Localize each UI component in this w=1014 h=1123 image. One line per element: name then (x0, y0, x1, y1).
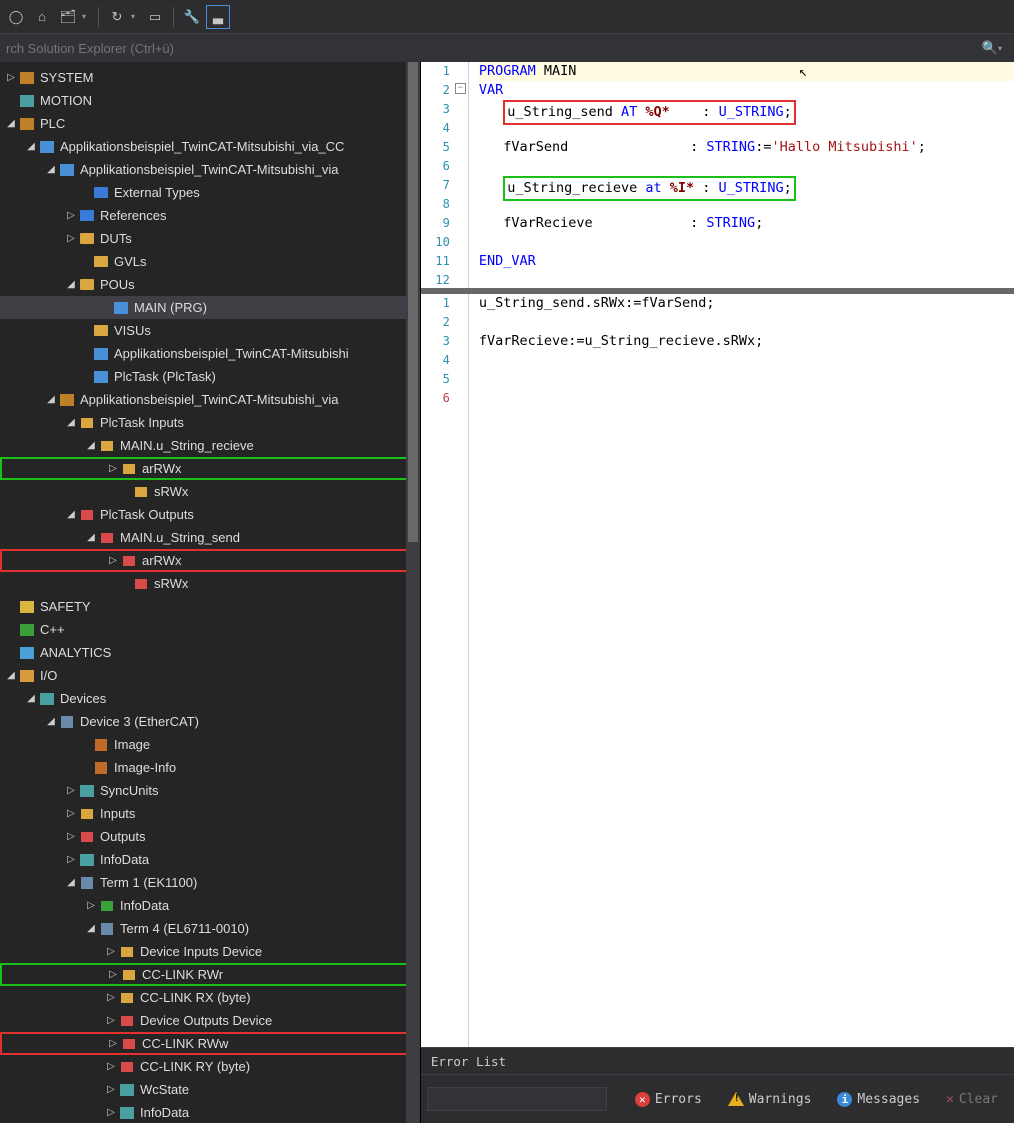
dropdown-icon[interactable]: ▾ (82, 12, 92, 21)
tree-term1[interactable]: ◢Term 1 (EK1100) (0, 871, 420, 894)
tree-motion[interactable]: MOTION (0, 89, 420, 112)
search-icon[interactable]: 🔍 (982, 40, 998, 56)
implementation-pane[interactable]: 123456 u_String_send.sRWx:=fVarSend; fVa… (421, 294, 1014, 1047)
properties-icon[interactable]: ▃ (206, 5, 230, 29)
tree-plc[interactable]: ◢PLC (0, 112, 420, 135)
tree-srwx-output[interactable]: sRWx (0, 572, 420, 595)
tree-image-info[interactable]: Image-Info (0, 756, 420, 779)
error-list-panel: Error List ✕Errors Warnings iMessages ✕C… (421, 1047, 1014, 1123)
tree-outputs-dev[interactable]: ▷Outputs (0, 825, 420, 848)
separator (173, 7, 174, 27)
tree-image[interactable]: Image (0, 733, 420, 756)
tree-references[interactable]: ▷References (0, 204, 420, 227)
tree-pous[interactable]: ◢POUs (0, 273, 420, 296)
tree-infodata2[interactable]: ▷InfoData (0, 894, 420, 917)
tree-safety[interactable]: SAFETY (0, 595, 420, 618)
wrench-icon[interactable]: 🔧 (180, 5, 204, 29)
dropdown-icon[interactable]: ▾ (998, 44, 1008, 53)
tree-send-struct[interactable]: ◢MAIN.u_String_send (0, 526, 420, 549)
tree-project[interactable]: ◢Applikationsbeispiel_TwinCAT-Mitsubishi… (0, 158, 420, 181)
solution-search: 🔍▾ (0, 34, 1014, 62)
separator (98, 7, 99, 27)
tree-syncunits[interactable]: ▷SyncUnits (0, 779, 420, 802)
tree-wcstate[interactable]: ▷WcState (0, 1078, 420, 1101)
clear-button[interactable]: ✕Clear (936, 1085, 1008, 1113)
tree-cclink-rww[interactable]: ▷CC-LINK RWw (0, 1032, 420, 1055)
errors-button[interactable]: ✕Errors (625, 1085, 712, 1113)
tree-plctask-outputs[interactable]: ◢PlcTask Outputs (0, 503, 420, 526)
search-input[interactable] (6, 41, 982, 56)
tree-inputs-dev[interactable]: ▷Inputs (0, 802, 420, 825)
tree-infodata3[interactable]: ▷InfoData (0, 1101, 420, 1123)
error-filter-dropdown[interactable] (427, 1087, 607, 1111)
home-icon[interactable]: ⌂ (30, 5, 54, 29)
tree-gvls[interactable]: GVLs (0, 250, 420, 273)
cursor-icon: ↖ (799, 64, 807, 80)
tree-duts[interactable]: ▷DUTs (0, 227, 420, 250)
toolbar: ◯ ⌂ 🗂▾ ↻▾ ▭ 🔧 ▃ (0, 0, 1014, 34)
tree-devices[interactable]: ◢Devices (0, 687, 420, 710)
dropdown-icon[interactable]: ▾ (131, 12, 141, 21)
tree-plctask[interactable]: PlcTask (PlcTask) (0, 365, 420, 388)
error-icon: ✕ (635, 1092, 650, 1107)
nav-back-icon[interactable]: ◯ (4, 5, 28, 29)
tree-device3[interactable]: ◢Device 3 (EtherCAT) (0, 710, 420, 733)
sync-icon[interactable]: 🗂 (56, 5, 80, 29)
tree-instance[interactable]: ◢Applikationsbeispiel_TwinCAT-Mitsubishi… (0, 388, 420, 411)
warnings-button[interactable]: Warnings (718, 1085, 822, 1113)
tree-cpp[interactable]: C++ (0, 618, 420, 641)
tree-main-prg[interactable]: MAIN (PRG) (0, 296, 420, 319)
tree-cclink-rx[interactable]: ▷CC-LINK RX (byte) (0, 986, 420, 1009)
refresh-icon[interactable]: ↻ (105, 5, 129, 29)
tree-device-inputs[interactable]: ▷Device Inputs Device (0, 940, 420, 963)
tree-external-types[interactable]: External Types (0, 181, 420, 204)
tree-io[interactable]: ◢I/O (0, 664, 420, 687)
tree-cclink-rwr[interactable]: ▷CC-LINK RWr (0, 963, 420, 986)
scrollbar[interactable] (406, 62, 420, 1123)
error-list-title: Error List (421, 1048, 1014, 1074)
tree-system[interactable]: ▷SYSTEM (0, 66, 420, 89)
info-icon: i (837, 1092, 852, 1107)
tree-recv-struct[interactable]: ◢MAIN.u_String_recieve (0, 434, 420, 457)
code-editor: 12−3456789101112 ↖ PROGRAM MAIN VAR u_St… (421, 62, 1014, 1123)
tree-plctask-inputs[interactable]: ◢PlcTask Inputs (0, 411, 420, 434)
tree-cclink-ry[interactable]: ▷CC-LINK RY (byte) (0, 1055, 420, 1078)
tree-project-copy[interactable]: Applikationsbeispiel_TwinCAT-Mitsubishi (0, 342, 420, 365)
tree-infodata[interactable]: ▷InfoData (0, 848, 420, 871)
tree-arrwx-output[interactable]: ▷arRWx (0, 549, 420, 572)
clear-icon: ✕ (946, 1092, 954, 1107)
tree-arrwx-input[interactable]: ▷arRWx (0, 457, 420, 480)
tree-app[interactable]: ◢Applikationsbeispiel_TwinCAT-Mitsubishi… (0, 135, 420, 158)
tree-term4[interactable]: ◢Term 4 (EL6711-0010) (0, 917, 420, 940)
tree-visus[interactable]: VISUs (0, 319, 420, 342)
solution-explorer: ▷SYSTEM MOTION ◢PLC ◢Applikationsbeispie… (0, 62, 421, 1123)
messages-button[interactable]: iMessages (827, 1085, 930, 1113)
collapse-icon[interactable]: ▭ (143, 5, 167, 29)
tree-srwx-input[interactable]: sRWx (0, 480, 420, 503)
tree-device-outputs[interactable]: ▷Device Outputs Device (0, 1009, 420, 1032)
warning-icon (728, 1092, 744, 1106)
tree-analytics[interactable]: ANALYTICS (0, 641, 420, 664)
declaration-pane[interactable]: 12−3456789101112 ↖ PROGRAM MAIN VAR u_St… (421, 62, 1014, 294)
